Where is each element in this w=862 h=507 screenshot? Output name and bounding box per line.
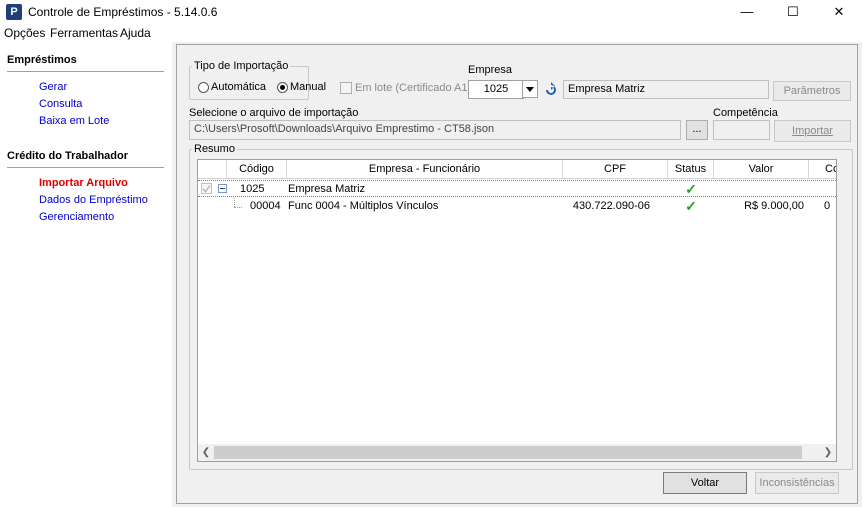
grid-col-valor[interactable]: Valor bbox=[714, 160, 809, 179]
cell-cpf bbox=[564, 181, 664, 198]
scroll-right-icon[interactable]: ❯ bbox=[820, 444, 836, 461]
table-row[interactable]: 1025 Empresa Matriz ✓ bbox=[198, 180, 836, 198]
window-title: Controle de Empréstimos - 5.14.0.6 bbox=[28, 5, 218, 19]
close-button[interactable]: ✕ bbox=[816, 0, 862, 24]
sidebar-section-credito: Crédito do Trabalhador bbox=[7, 150, 129, 162]
cell-codigo: 00004 bbox=[250, 200, 281, 212]
lote-label: Em lote (Certificado A1) bbox=[355, 82, 472, 94]
cell-nome: Empresa Matriz bbox=[288, 183, 366, 195]
cell-cor bbox=[824, 181, 836, 198]
app-icon: P bbox=[6, 4, 22, 20]
menu-ferramentas[interactable]: Ferramentas bbox=[50, 26, 118, 40]
sidebar-link-baixa-em-lote[interactable]: Baixa em Lote bbox=[39, 115, 109, 127]
cell-codigo: 1025 bbox=[240, 183, 265, 195]
cell-nome: Func 0004 - Múltiplos Vínculos bbox=[288, 200, 439, 212]
menu-ajuda[interactable]: Ajuda bbox=[120, 26, 151, 40]
voltar-button[interactable]: Voltar bbox=[663, 472, 747, 494]
horizontal-scrollbar[interactable]: ❮ ❯ bbox=[198, 444, 836, 461]
sidebar-link-gerar[interactable]: Gerar bbox=[39, 81, 67, 93]
cell-valor: R$ 9.000,00 bbox=[744, 200, 804, 212]
grid-header: Código Empresa - Funcionário CPF Status … bbox=[198, 160, 836, 179]
status-check-icon: ✓ bbox=[685, 198, 697, 214]
competencia-label: Competência bbox=[713, 107, 778, 119]
sidebar-link-gerenciamento[interactable]: Gerenciamento bbox=[39, 211, 114, 223]
grid-col-status[interactable]: Status bbox=[668, 160, 714, 179]
collapse-icon[interactable] bbox=[218, 184, 227, 193]
sidebar-divider bbox=[7, 71, 164, 72]
importar-button[interactable]: Importar bbox=[774, 120, 851, 142]
radio-manual[interactable] bbox=[277, 82, 288, 93]
radio-automatica[interactable] bbox=[198, 82, 209, 93]
tree-line bbox=[234, 198, 235, 207]
minimize-button[interactable]: — bbox=[724, 0, 770, 24]
status-check-icon: ✓ bbox=[685, 181, 697, 197]
sidebar-link-importar-arquivo[interactable]: Importar Arquivo bbox=[39, 177, 128, 189]
tree-line bbox=[234, 207, 242, 208]
tipo-importacao-group: Tipo de Importação bbox=[189, 60, 309, 100]
title-bar: P Controle de Empréstimos - 5.14.0.6 — ☐… bbox=[0, 0, 862, 24]
sidebar: Empréstimos Gerar Consulta Baixa em Lote… bbox=[0, 42, 172, 507]
lote-checkbox[interactable] bbox=[340, 82, 352, 94]
table-row[interactable]: 00004 Func 0004 - Múltiplos Vínculos 430… bbox=[198, 198, 836, 215]
cell-cpf: 430.722.090-06 bbox=[572, 200, 650, 212]
maximize-button[interactable]: ☐ bbox=[770, 0, 816, 24]
file-path-input[interactable]: C:\Users\Prosoft\Downloads\Arquivo Empre… bbox=[189, 120, 681, 140]
sidebar-section-emprestimos: Empréstimos bbox=[7, 54, 77, 66]
competencia-input[interactable] bbox=[713, 120, 770, 140]
grid-col-codigo[interactable]: Código bbox=[227, 160, 287, 179]
scroll-left-icon[interactable]: ❮ bbox=[198, 444, 214, 461]
empresa-label: Empresa bbox=[468, 64, 513, 76]
refresh-icon[interactable] bbox=[541, 80, 561, 99]
row-checkbox[interactable] bbox=[201, 183, 212, 194]
sidebar-link-dados-emprestimo[interactable]: Dados do Empréstimo bbox=[39, 194, 148, 206]
browse-button[interactable]: ... bbox=[686, 120, 708, 140]
grid-col-empresa[interactable]: Empresa - Funcionário bbox=[287, 160, 563, 179]
resumo-grid[interactable]: Código Empresa - Funcionário CPF Status … bbox=[197, 159, 837, 462]
menu-bar: Opções Ferramentas Ajuda bbox=[0, 24, 862, 42]
chevron-down-icon[interactable] bbox=[522, 80, 538, 98]
parametros-button[interactable]: Parâmetros bbox=[773, 81, 851, 101]
grid-col-cor[interactable]: Cor bbox=[809, 160, 836, 179]
file-label: Selecione o arquivo de importação bbox=[189, 107, 359, 119]
resumo-label: Resumo bbox=[194, 143, 235, 155]
sidebar-link-consulta[interactable]: Consulta bbox=[39, 98, 82, 110]
sidebar-divider bbox=[7, 167, 164, 168]
radio-automatica-label[interactable]: Automática bbox=[211, 81, 266, 93]
grid-col-indicator bbox=[198, 160, 227, 179]
cell-cor: 0 bbox=[824, 200, 831, 212]
cell-valor bbox=[714, 181, 804, 198]
empresa-code-input[interactable]: 1025 bbox=[468, 80, 524, 99]
empresa-name-field: Empresa Matriz bbox=[563, 80, 769, 99]
grid-col-cpf[interactable]: CPF bbox=[563, 160, 668, 179]
main-panel: Tipo de Importação Automática Manual Em … bbox=[176, 44, 858, 504]
menu-opcoes[interactable]: Opções bbox=[4, 26, 45, 40]
scroll-thumb[interactable] bbox=[214, 446, 802, 459]
tipo-importacao-label: Tipo de Importação bbox=[194, 60, 289, 72]
inconsistencias-button[interactable]: Inconsistências bbox=[755, 472, 839, 494]
radio-manual-label[interactable]: Manual bbox=[290, 81, 326, 93]
